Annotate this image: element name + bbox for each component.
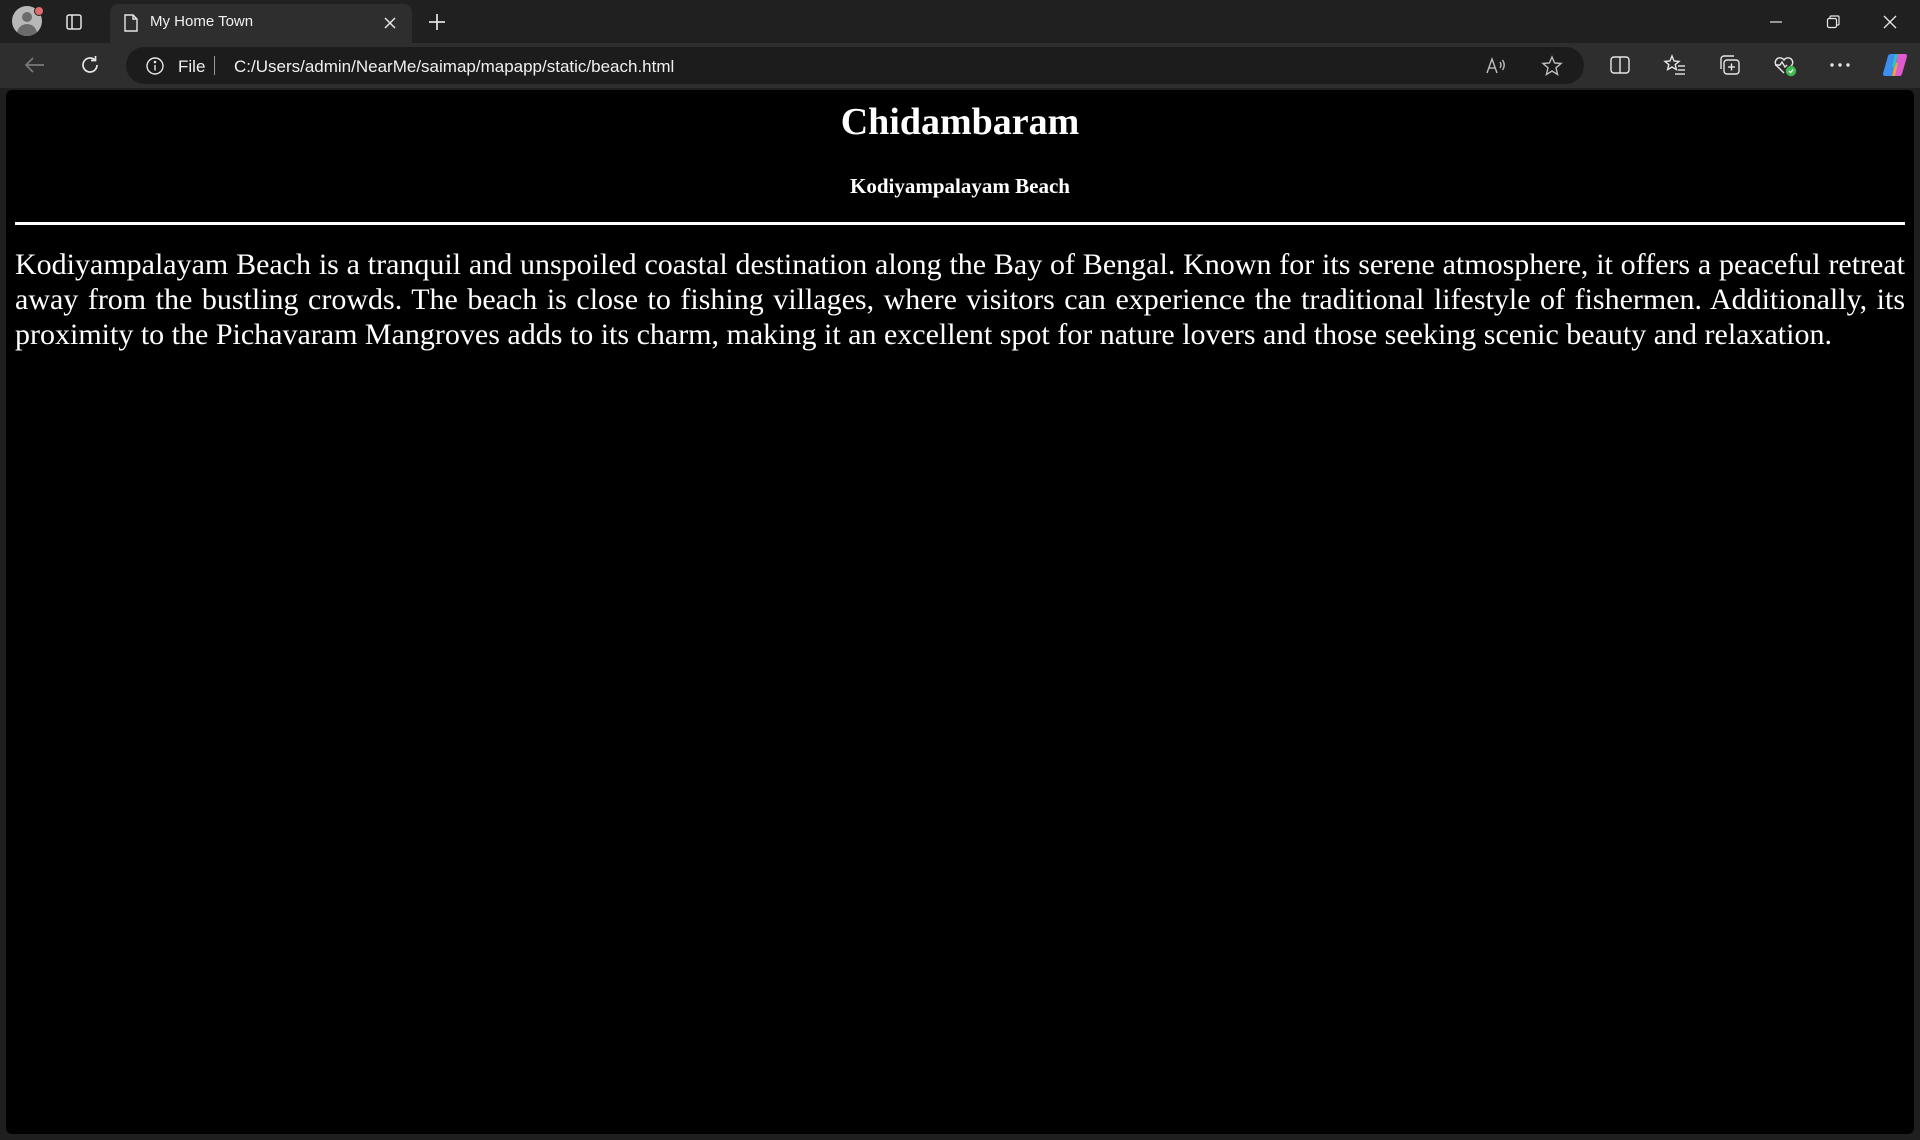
copilot-icon[interactable] [1880, 50, 1910, 80]
page-icon [120, 12, 142, 34]
star-icon[interactable] [1540, 54, 1564, 78]
page-title: Chidambaram [840, 101, 1080, 143]
tab-active[interactable]: My Home Town [110, 4, 412, 43]
restore-icon[interactable] [1813, 6, 1853, 38]
browser-essentials-icon[interactable] [1771, 51, 1799, 79]
favorites-icon[interactable] [1661, 51, 1689, 79]
tab-strip: My Home Town [0, 0, 1920, 43]
browser-toolbar: File C:/Users/admin/NearMe/saimap/mapapp… [0, 43, 1920, 88]
close-icon[interactable] [1870, 6, 1910, 38]
url-scheme-label: File [178, 57, 206, 76]
tab-actions-icon[interactable] [60, 8, 88, 36]
read-aloud-icon[interactable] [1484, 54, 1508, 78]
avatar-body [17, 24, 37, 36]
address-bar[interactable]: File C:/Users/admin/NearMe/saimap/mapapp… [126, 47, 1584, 84]
url-separator [214, 56, 215, 75]
horizontal-rule [15, 222, 1905, 225]
close-icon[interactable] [378, 11, 402, 35]
plus-icon[interactable] [421, 6, 453, 38]
back-arrow-icon[interactable] [20, 50, 50, 80]
collections-icon[interactable] [1716, 51, 1744, 79]
url-text[interactable]: C:/Users/admin/NearMe/saimap/mapapp/stat… [234, 57, 674, 77]
profile-notification-dot [34, 6, 44, 16]
page-subtitle: Kodiyampalayam Beach [850, 174, 1070, 198]
split-screen-icon[interactable] [1606, 51, 1634, 79]
tab-title: My Home Town [150, 13, 254, 30]
page-viewport: Chidambaram Kodiyampalayam Beach Kodiyam… [6, 90, 1914, 1134]
avatar-head [22, 12, 32, 22]
description-paragraph: Kodiyampalayam Beach is a tranquil and u… [15, 248, 1905, 351]
minimize-icon[interactable] [1756, 6, 1796, 38]
more-icon[interactable] [1826, 51, 1854, 79]
reload-icon[interactable] [75, 50, 105, 80]
info-icon[interactable] [144, 55, 166, 77]
browser-window: My Home Town File C:/Users/admin/NearMe/… [0, 0, 1920, 1140]
